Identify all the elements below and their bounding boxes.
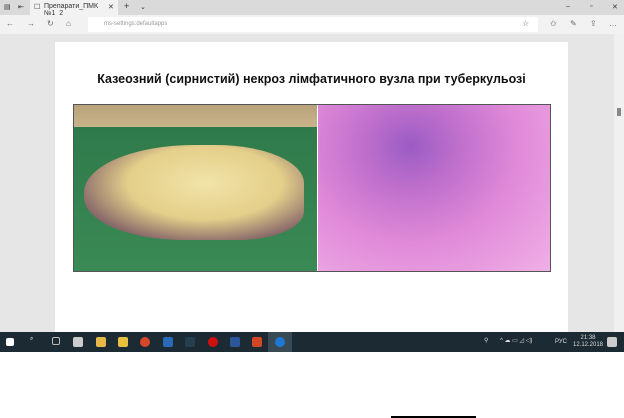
chrome-icon[interactable] xyxy=(140,337,150,347)
start-icon[interactable] xyxy=(6,338,14,346)
set-aside-tabs-icon[interactable]: ⇤ xyxy=(18,3,24,11)
more-icon[interactable]: … xyxy=(609,19,617,28)
new-tab-icon[interactable]: + xyxy=(124,1,129,11)
date: 12.12.2018 xyxy=(572,342,604,348)
refresh-icon[interactable]: ↻ xyxy=(47,19,54,28)
search-icon[interactable]: ⌕ xyxy=(30,336,40,346)
address-input[interactable]: ms-settings:defaultapps xyxy=(88,17,538,32)
mail-icon[interactable] xyxy=(73,337,83,347)
back-icon[interactable]: ← xyxy=(6,19,14,28)
page-content: Казеозний (сирнистий) некроз лімфатичног… xyxy=(0,34,624,332)
tab-page-icon: ☐ xyxy=(34,4,41,11)
share-icon[interactable]: ⇪ xyxy=(590,19,597,28)
slide-title: Казеозний (сирнистий) некроз лімфатичног… xyxy=(97,72,526,86)
file-explorer-icon[interactable] xyxy=(96,337,106,347)
favorites-icon[interactable]: ✩ xyxy=(550,19,557,28)
calculator-icon[interactable] xyxy=(185,337,195,347)
slide-images xyxy=(73,104,551,272)
gross-specimen-photo xyxy=(74,105,317,271)
forward-icon[interactable]: → xyxy=(27,19,35,28)
network-people-icon[interactable]: ⚲ xyxy=(484,338,488,345)
close-tab-icon[interactable]: ✕ xyxy=(108,3,114,11)
app-icon[interactable] xyxy=(163,337,173,347)
notes-icon[interactable]: ✎ xyxy=(570,19,577,28)
taskbar: ⌕ ⚲ ^ ☁ ▭ ◿ ◁) РУС 21:38 12.12.2018 xyxy=(0,332,624,352)
address-bar-row: ← → ↻ ⌂ ms-settings:defaultapps ☆ ✩ ✎ ⇪ … xyxy=(0,15,624,34)
notifications-icon[interactable] xyxy=(607,337,617,347)
tab-bar: ▤ ⇤ ☐ Препарати_ПМК №1_2 ✕ + ⌄ – ▫ ✕ xyxy=(0,0,624,17)
home-icon[interactable]: ⌂ xyxy=(66,19,71,28)
edge-taskbar-button[interactable] xyxy=(268,332,292,352)
chevron-down-icon[interactable]: ⌄ xyxy=(140,3,146,11)
scrollbar[interactable] xyxy=(614,34,624,332)
language-indicator[interactable]: РУС xyxy=(555,339,567,346)
browser-tab[interactable]: ☐ Препарати_ПМК №1_2 ✕ xyxy=(30,0,118,17)
task-view-icon[interactable] xyxy=(52,337,60,345)
maximize-icon[interactable]: ▫ xyxy=(590,3,592,10)
word-icon[interactable] xyxy=(230,337,240,347)
tab-actions-icon[interactable]: ▤ xyxy=(4,3,11,11)
slide: Казеозний (сирнистий) некроз лімфатичног… xyxy=(55,42,568,332)
clock[interactable]: 21:38 12.12.2018 xyxy=(572,335,604,349)
time: 21:38 xyxy=(580,335,596,341)
opera-icon[interactable] xyxy=(208,337,218,347)
micrograph-photo xyxy=(317,105,550,271)
powerpoint-icon[interactable] xyxy=(252,337,262,347)
minimize-icon[interactable]: – xyxy=(566,3,570,10)
tray-icons[interactable]: ^ ☁ ▭ ◿ ◁) xyxy=(500,338,554,345)
favorite-star-icon[interactable]: ☆ xyxy=(522,19,529,28)
store-icon[interactable] xyxy=(118,337,128,347)
close-window-icon[interactable]: ✕ xyxy=(612,3,618,11)
